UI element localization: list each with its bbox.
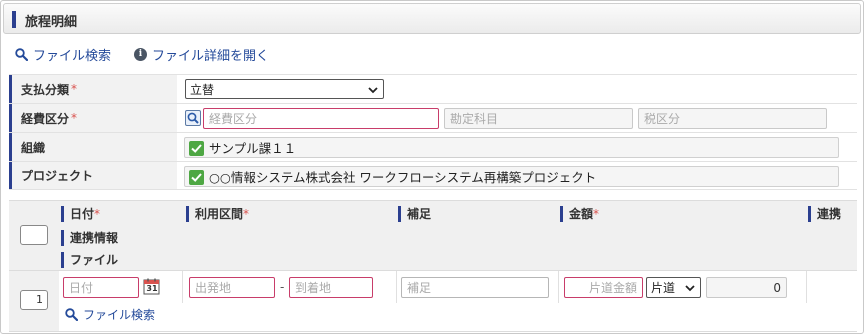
tax-category-placeholder: 税区分 (644, 112, 681, 126)
expense-category-input[interactable]: 経費区分 (203, 108, 439, 129)
account-item-placeholder: 勘定科目 (450, 112, 499, 126)
supplement-input[interactable]: 補足 (401, 277, 549, 298)
subheader-file: ファイル (61, 252, 118, 268)
panel-title: 旅程明細 (25, 15, 78, 30)
project-value: ○○情報システム株式会社 ワークフローシステム再構築プロジェクト (209, 170, 597, 185)
payment-select-value: 立替 (190, 82, 215, 97)
panel-header: 旅程明細 (3, 3, 861, 34)
project-field: ○○情報システム株式会社 ワークフローシステム再構築プロジェクト (184, 166, 839, 187)
grid-header: 日付* 利用区間* 補足 金額* 連携 連携情報 ファイル (9, 200, 857, 270)
itinerary-detail-panel: 旅程明細 ファイル検索 i ファイル詳細を開く 支払分類* 立替 経費区分* (0, 0, 864, 334)
column-divider (396, 271, 397, 303)
project-row: プロジェクト ○○情報システム株式会社 ワークフローシステム再構築プロジェクト (9, 161, 857, 190)
project-label-text: プロジェクト (21, 169, 94, 183)
departure-placeholder: 出発地 (195, 281, 232, 295)
calendar-day: 31 (146, 284, 158, 293)
row-number: 1 (36, 293, 43, 306)
organization-value-cell: サンプル課１１ (181, 133, 857, 161)
arrival-input[interactable]: 到着地 (289, 277, 373, 298)
check-icon (189, 170, 204, 185)
column-divider (182, 271, 183, 303)
column-header-amount[interactable]: 金額* (560, 206, 599, 222)
expense-row: 経費区分 * 経費区分 勘定科目 税区分 (9, 103, 857, 132)
search-icon (65, 308, 79, 322)
column-route-label: 利用区間 (195, 207, 244, 221)
supplement-placeholder: 補足 (407, 281, 432, 295)
column-header-linkage[interactable]: 連携 (808, 206, 841, 222)
route-separator: - (280, 280, 285, 294)
expense-value-cell: 経費区分 勘定科目 税区分 (181, 104, 857, 132)
one-way-fare-input[interactable]: 片道金額 (564, 277, 643, 298)
file-search-label: ファイル検索 (33, 49, 112, 64)
date-input[interactable]: 日付 (63, 277, 139, 298)
file-search-link[interactable]: ファイル検索 (15, 45, 111, 64)
arrival-placeholder: 到着地 (295, 281, 332, 295)
account-item-input: 勘定科目 (444, 108, 633, 129)
chevron-down-icon (368, 84, 378, 94)
organization-row: 組織 サンプル課１１ (9, 132, 857, 161)
total-amount-value: 0 (773, 280, 781, 295)
search-icon (15, 48, 29, 62)
column-header-route[interactable]: 利用区間* (186, 206, 249, 222)
expense-category-placeholder: 経費区分 (209, 112, 258, 126)
subheader-linkage-info: 連携情報 (61, 230, 118, 246)
payment-select[interactable]: 立替 (185, 79, 384, 99)
linkage-info-label: 連携情報 (70, 231, 119, 245)
expense-label: 経費区分 * (9, 104, 177, 132)
header-accent-bar (12, 11, 16, 28)
row-file-search-link[interactable]: ファイル検索 (65, 306, 155, 323)
select-all-box[interactable] (20, 225, 48, 245)
file-label: ファイル (70, 253, 119, 267)
one-way-fare-placeholder: 片道金額 (588, 281, 637, 295)
organization-field: サンプル課１１ (184, 137, 839, 158)
column-header-date[interactable]: 日付* (61, 206, 100, 222)
required-mark: * (243, 207, 250, 221)
organization-value: サンプル課１１ (209, 141, 297, 156)
payment-value-cell: 立替 (181, 75, 857, 103)
project-value-cell: ○○情報システム株式会社 ワークフローシステム再構築プロジェクト (181, 162, 857, 189)
required-mark: * (593, 207, 600, 221)
column-linkage-label: 連携 (817, 207, 842, 221)
check-icon (189, 141, 204, 156)
departure-input[interactable]: 出発地 (189, 277, 275, 298)
required-mark: * (71, 111, 78, 125)
row-file-search-label: ファイル検索 (83, 308, 156, 322)
column-header-supplement[interactable]: 補足 (398, 206, 431, 222)
tax-category-input: 税区分 (638, 108, 827, 129)
column-divider (806, 271, 807, 303)
table-row: 1 日付 31 出発地 - 到着地 補足 片道金額 片道 0 ファイル検索 (9, 270, 857, 332)
calendar-icon[interactable]: 31 (143, 278, 160, 295)
trip-type-select[interactable]: 片道 (646, 277, 701, 298)
date-placeholder: 日付 (69, 281, 94, 295)
column-supplement-label: 補足 (407, 207, 432, 221)
total-amount-field: 0 (706, 277, 787, 298)
organization-label: 組織 (9, 133, 177, 161)
column-divider (558, 271, 559, 303)
payment-label: 支払分類 * (9, 75, 177, 103)
lookup-search-icon[interactable] (185, 110, 201, 126)
row-number-box[interactable]: 1 (20, 290, 48, 310)
trip-type-value: 片道 (651, 281, 676, 295)
expense-label-text: 経費区分 (21, 111, 70, 126)
required-mark: * (94, 207, 101, 221)
column-amount-label: 金額 (569, 207, 594, 221)
column-date-label: 日付 (70, 207, 95, 221)
payment-label-text: 支払分類 (21, 82, 70, 97)
file-detail-label: ファイル詳細を開く (152, 49, 270, 64)
organization-label-text: 組織 (21, 140, 46, 155)
file-detail-link[interactable]: i ファイル詳細を開く (134, 45, 269, 64)
itinerary-grid: 日付* 利用区間* 補足 金額* 連携 連携情報 ファイル 1 日付 31 出発… (9, 200, 857, 332)
required-mark: * (71, 82, 78, 96)
project-label: プロジェクト (9, 162, 177, 189)
info-icon: i (134, 48, 147, 61)
row-handle: 1 (9, 271, 59, 331)
payment-row: 支払分類 * 立替 (9, 74, 857, 103)
chevron-down-icon (685, 282, 695, 292)
